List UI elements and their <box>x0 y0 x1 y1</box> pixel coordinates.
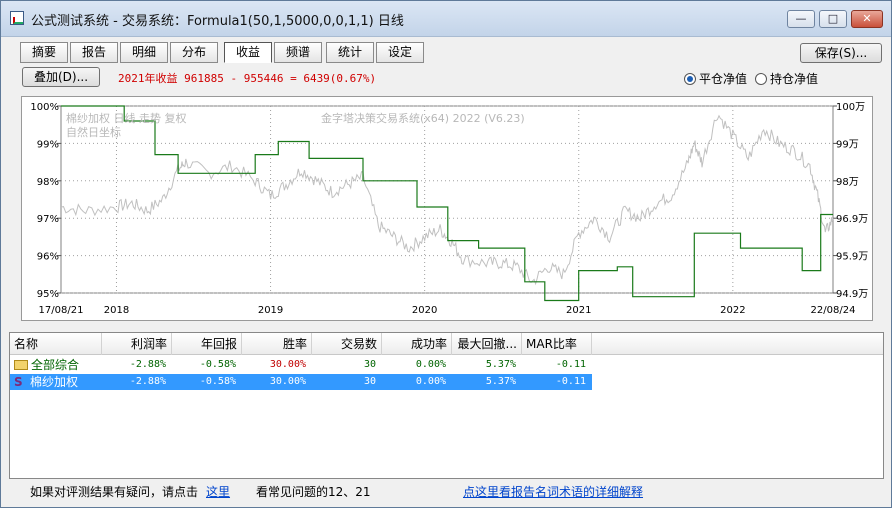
x-tick-label: 22/08/24 <box>811 305 856 316</box>
table-row[interactable]: 全部综合 -2.88% -0.58% 30.00% 30 0.00% 5.37%… <box>10 357 883 373</box>
col-header-win[interactable]: 胜率 <box>242 333 312 355</box>
window-title: 公式测试系统 - 交易系统：Formula1(50,1,5000,0,0,1,1… <box>31 14 404 29</box>
col-header-trades[interactable]: 交易数 <box>312 333 382 355</box>
row-name: 全部综合 <box>31 358 80 372</box>
cell-annual: -0.58% <box>199 376 236 387</box>
footer-question: 如果对评测结果有疑问，请点击 <box>30 485 199 499</box>
y-right-tick-label: 95.9万 <box>836 252 868 263</box>
cell-success: 0.00% <box>415 376 446 387</box>
y-right-tick-label: 100万 <box>836 102 865 113</box>
col-header-annual[interactable]: 年回报 <box>172 333 242 355</box>
tab-returns[interactable]: 收益 <box>224 42 272 63</box>
col-header-mar[interactable]: MAR比率 <box>522 333 592 355</box>
col-header-success[interactable]: 成功率 <box>382 333 452 355</box>
results-table: 名称 利润率 年回报 胜率 交易数 成功率 最大回撤... MAR比率 全部综合… <box>9 332 884 479</box>
y-left-tick-label: 99% <box>37 139 59 150</box>
folder-icon <box>14 360 28 370</box>
cell-annual: -0.58% <box>199 359 236 370</box>
title-bar: 公式测试系统 - 交易系统：Formula1(50,1,5000,0,0,1,1… <box>1 1 891 37</box>
save-button[interactable]: 保存(S)... <box>800 43 882 63</box>
table-row-selected[interactable]: S 棉纱加权 -2.88% -0.58% 30.00% 30 0.00% 5.37… <box>10 374 883 390</box>
y-left-tick-label: 100% <box>30 102 59 113</box>
radio-open-equity[interactable]: 持仓净值 <box>755 71 818 87</box>
y-left-tick-label: 97% <box>37 214 59 225</box>
annual-return-summary: 2021年收益 961885 - 955446 = 6439(0.67%) <box>118 72 377 85</box>
cell-win: 30.00% <box>269 359 306 370</box>
minimize-button[interactable]: — <box>787 10 815 28</box>
radio-open-equity-label: 持仓净值 <box>770 72 819 86</box>
app-chart-icon <box>10 11 24 25</box>
x-tick-label: 2022 <box>720 305 745 316</box>
tab-report[interactable]: 报告 <box>70 42 118 63</box>
y-right-tick-label: 96.9万 <box>836 214 868 225</box>
footer-faq: 看常见问题的12、21 <box>256 485 371 499</box>
x-tick-label: 17/08/21 <box>39 305 84 316</box>
cell-success: 0.00% <box>415 359 446 370</box>
chart-overlay-label: 棉纱加权 日线 走势 复权 <box>66 111 187 125</box>
col-header-profit[interactable]: 利润率 <box>102 333 172 355</box>
tab-settings[interactable]: 设定 <box>376 42 424 63</box>
tab-summary[interactable]: 摘要 <box>20 42 68 63</box>
footer-bar: 如果对评测结果有疑问，请点击 这里 看常见问题的12、21 点这里看报告名词术语… <box>1 481 891 507</box>
overlay-button[interactable]: 叠加(D)... <box>22 67 100 87</box>
y-right-tick-label: 98万 <box>836 177 859 188</box>
chart-watermark: 金字塔决策交易系统(x64) 2022 (V6.23) <box>321 111 525 125</box>
col-header-drawdown[interactable]: 最大回撤... <box>452 333 522 355</box>
main-window: 公式测试系统 - 交易系统：Formula1(50,1,5000,0,0,1,1… <box>0 0 892 508</box>
y-left-tick-label: 95% <box>37 289 59 300</box>
table-header: 名称 利润率 年回报 胜率 交易数 成功率 最大回撤... MAR比率 <box>10 333 883 355</box>
cell-drawdown: 5.37% <box>485 376 516 387</box>
cell-win: 30.00% <box>269 376 306 387</box>
tab-statistics[interactable]: 统计 <box>326 42 374 63</box>
here-link[interactable]: 这里 <box>206 483 230 500</box>
maximize-button[interactable]: □ <box>819 10 847 28</box>
radio-closed-equity-label: 平仓净值 <box>699 72 748 86</box>
cell-drawdown: 5.37% <box>485 359 516 370</box>
tab-distribution[interactable]: 分布 <box>170 42 218 63</box>
close-button[interactable]: ✕ <box>851 10 883 28</box>
cell-profit: -2.88% <box>129 359 166 370</box>
y-right-tick-label: 99万 <box>836 139 859 150</box>
cell-mar: -0.11 <box>555 376 586 387</box>
equity-chart: 100% 100万 99% 99万 98% 98万 97% 96.9万 96% 95.9万 95% 9… <box>30 102 868 316</box>
x-tick-label: 2020 <box>412 305 437 316</box>
row-name-cell: 全部综合 <box>14 357 79 373</box>
chart-overlay-label: 自然日坐标 <box>66 125 121 139</box>
cell-profit: -2.88% <box>129 376 166 387</box>
x-tick-label: 2019 <box>258 305 283 316</box>
cell-trades: 30 <box>363 359 376 370</box>
y-right-tick-label: 94.9万 <box>836 289 868 300</box>
radio-selected-icon <box>684 73 696 85</box>
symbol-s-icon: S <box>14 375 23 389</box>
y-left-tick-label: 96% <box>37 252 59 263</box>
radio-closed-equity[interactable]: 平仓净值 <box>684 71 747 87</box>
y-left-tick-label: 98% <box>37 177 59 188</box>
glossary-link[interactable]: 点这里看报告名词术语的详细解释 <box>463 483 643 500</box>
x-tick-label: 2021 <box>566 305 591 316</box>
cell-trades: 30 <box>363 376 376 387</box>
col-header-name[interactable]: 名称 <box>10 333 102 355</box>
cell-mar: -0.11 <box>555 359 586 370</box>
row-name-cell: S 棉纱加权 <box>14 374 78 390</box>
plot-area <box>60 105 834 294</box>
x-tick-label: 2018 <box>104 305 129 316</box>
tab-spectrum[interactable]: 频谱 <box>274 42 322 63</box>
row-name: 棉纱加权 <box>30 375 79 389</box>
tab-details[interactable]: 明细 <box>120 42 168 63</box>
radio-unselected-icon <box>755 73 767 85</box>
